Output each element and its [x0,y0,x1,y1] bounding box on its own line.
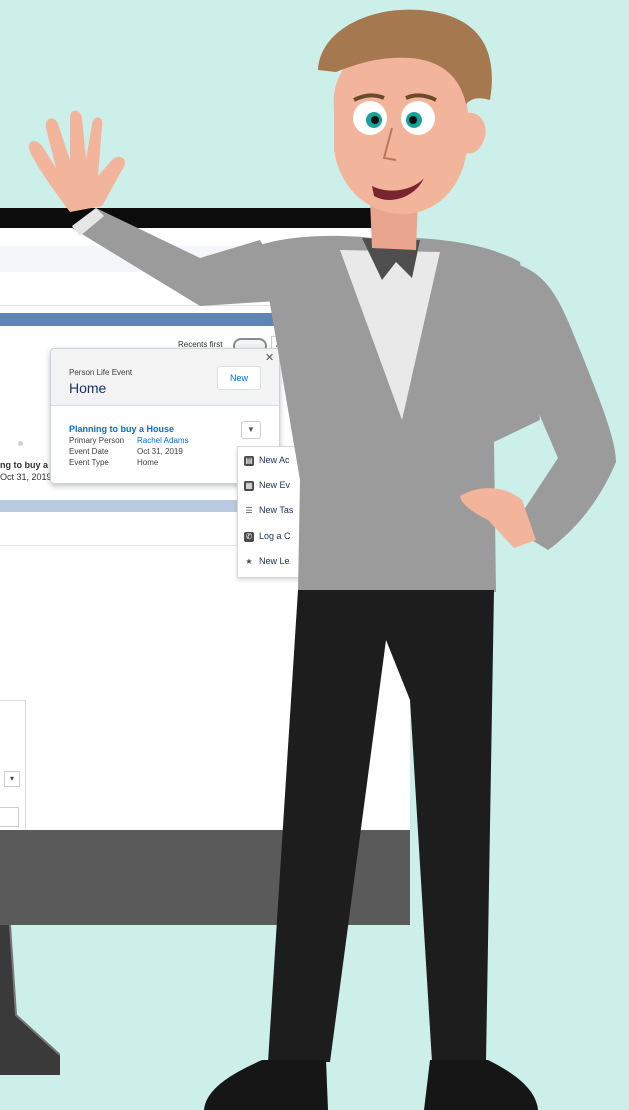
presenter-character [28,9,616,1110]
shoe-right [424,1060,538,1110]
trousers [268,590,494,1062]
pupil-left [371,116,379,124]
pupil-right [409,116,417,124]
raised-arm [72,208,292,306]
shoe-left [204,1060,328,1110]
ear [462,112,486,154]
waving-hand [28,110,125,212]
